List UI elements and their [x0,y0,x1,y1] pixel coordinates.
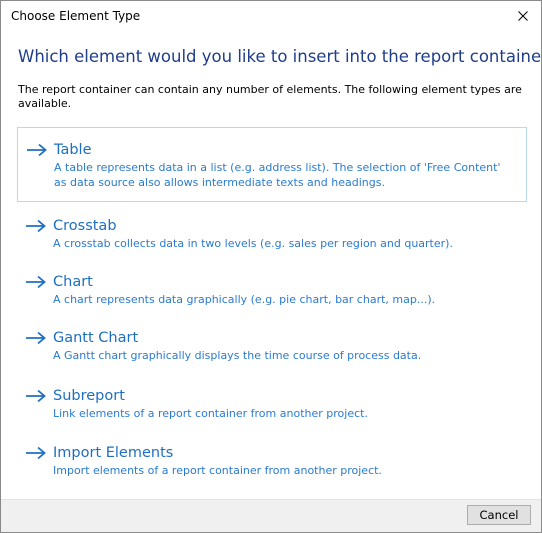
option-head: Crosstab [25,215,517,237]
dialog-heading: Which element would you like to insert i… [18,47,542,66]
window-title: Choose Element Type [11,9,141,23]
option-crosstab[interactable]: Crosstab A crosstab collects data in two… [17,215,527,252]
title-bar: Choose Element Type [1,1,541,31]
intro-text: The report container can contain any num… [18,83,522,110]
close-icon [518,11,528,21]
arrow-right-icon [26,389,46,403]
arrow-right-icon [26,446,46,460]
option-head: Chart [25,271,517,293]
option-head: Gantt Chart [25,327,517,349]
option-description: A crosstab collects data in two levels (… [53,237,453,250]
option-head: Table [26,139,516,161]
option-description: Import elements of a report container fr… [53,464,382,477]
option-label: Chart [53,274,93,290]
arrow-right-icon [27,143,47,157]
option-description: A Gantt chart graphically displays the t… [53,349,422,362]
option-description: A chart represents data graphically (e.g… [53,293,436,306]
dialog-footer: Cancel [1,499,541,532]
option-chart[interactable]: Chart A chart represents data graphicall… [17,271,527,308]
option-table[interactable]: Table A table represents data in a list … [17,127,527,202]
option-label: Subreport [53,388,125,404]
close-button[interactable] [505,1,541,31]
arrow-right-icon [26,275,46,289]
option-gantt-chart[interactable]: Gantt Chart A Gantt chart graphically di… [17,327,527,364]
option-import-elements[interactable]: Import Elements Import elements of a rep… [17,442,527,479]
arrow-right-icon [26,331,46,345]
option-label: Import Elements [53,445,174,461]
option-head: Import Elements [25,442,517,464]
option-subreport[interactable]: Subreport Link elements of a report cont… [17,385,527,422]
option-description: A table represents data in a list (e.g. … [54,161,501,189]
option-description: Link elements of a report container from… [53,407,368,420]
option-label: Table [54,142,92,158]
option-head: Subreport [25,385,517,407]
arrow-right-icon [26,219,46,233]
cancel-button[interactable]: Cancel [467,505,531,525]
option-label: Gantt Chart [53,330,139,346]
choose-element-type-dialog: Choose Element Type Which element would … [0,0,542,533]
option-label: Crosstab [53,218,117,234]
